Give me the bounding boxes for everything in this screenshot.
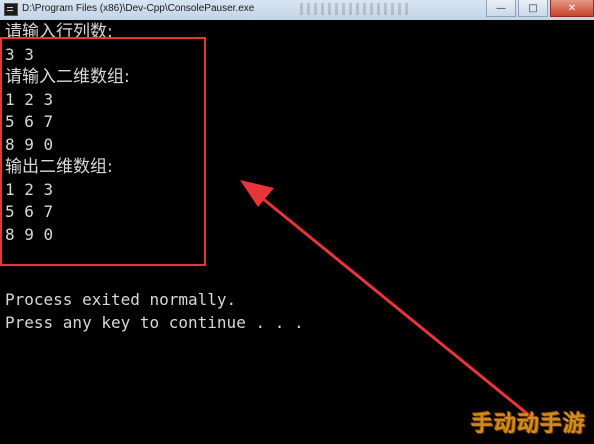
process-exit-message: Process exited normally. bbox=[5, 290, 237, 309]
faded-background-text bbox=[300, 3, 410, 15]
maximize-button[interactable]: □ bbox=[518, 0, 548, 17]
press-any-key-message: Press any key to continue . . . bbox=[5, 313, 304, 332]
title-bar[interactable]: D:\Program Files (x86)\Dev-Cpp\ConsolePa… bbox=[0, 0, 594, 21]
console-app-icon bbox=[4, 3, 18, 16]
highlight-box bbox=[0, 37, 206, 266]
close-button[interactable]: ✕ bbox=[550, 0, 594, 17]
window-title: D:\Program Files (x86)\Dev-Cpp\ConsolePa… bbox=[22, 3, 255, 14]
console-window: D:\Program Files (x86)\Dev-Cpp\ConsolePa… bbox=[0, 0, 594, 444]
console-output-area[interactable]: 请输入行列数: 3 3 请输入二维数组: 1 2 3 5 6 7 8 9 0 输… bbox=[0, 20, 594, 444]
site-watermark: 手动动手游 bbox=[470, 412, 586, 437]
window-controls: — □ ✕ bbox=[484, 0, 594, 18]
minimize-button[interactable]: — bbox=[486, 0, 516, 17]
